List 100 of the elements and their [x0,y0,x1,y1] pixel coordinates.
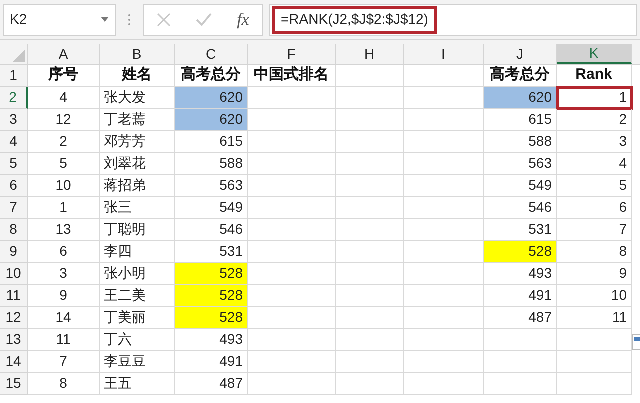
table-cell[interactable]: 615 [175,131,248,153]
table-cell[interactable] [248,307,336,329]
table-cell[interactable]: 11 [28,329,100,351]
table-cell[interactable] [404,153,484,175]
table-cell[interactable]: 563 [484,153,557,175]
row-header[interactable]: 10 [0,263,28,285]
table-cell[interactable]: 14 [28,307,100,329]
paste-options-icon[interactable] [632,334,640,350]
table-cell[interactable]: 7 [557,219,632,241]
table-cell[interactable] [248,329,336,351]
table-cell[interactable] [248,131,336,153]
table-cell[interactable] [336,153,404,175]
table-cell[interactable]: 6 [557,197,632,219]
table-cell[interactable] [248,263,336,285]
table-cell[interactable] [248,285,336,307]
table-cell[interactable] [336,219,404,241]
table-cell[interactable] [248,219,336,241]
table-cell[interactable]: 8 [557,241,632,263]
table-cell[interactable]: 528 [175,285,248,307]
table-cell[interactable] [336,351,404,373]
table-cell[interactable]: 528 [175,263,248,285]
column-header[interactable]: C [175,44,248,64]
table-cell[interactable]: 563 [175,175,248,197]
table-cell[interactable] [404,329,484,351]
table-cell[interactable] [248,87,336,109]
table-cell[interactable]: 10 [28,175,100,197]
row-header[interactable]: 4 [0,131,28,153]
table-cell[interactable] [336,373,404,395]
drag-handle-icon[interactable] [128,14,131,26]
column-header[interactable]: A [28,44,100,64]
table-cell[interactable]: 丁聪明 [100,219,175,241]
table-cell[interactable] [404,65,484,87]
table-cell[interactable] [248,373,336,395]
table-cell[interactable]: 张三 [100,197,175,219]
row-header[interactable]: 6 [0,175,28,197]
table-cell[interactable]: 5 [28,153,100,175]
table-cell[interactable] [336,307,404,329]
column-header[interactable]: H [336,44,404,64]
table-cell[interactable] [404,373,484,395]
table-cell[interactable]: 491 [175,351,248,373]
row-header[interactable]: 11 [0,285,28,307]
table-cell[interactable] [248,175,336,197]
table-cell[interactable] [404,285,484,307]
table-cell[interactable]: 2 [557,109,632,131]
row-header[interactable]: 9 [0,241,28,263]
column-header[interactable]: K [557,44,632,64]
table-cell[interactable] [484,373,557,395]
table-cell[interactable]: 1 [557,87,632,109]
table-cell[interactable] [557,351,632,373]
row-header[interactable]: 7 [0,197,28,219]
table-cell[interactable]: 528 [175,307,248,329]
table-cell[interactable]: 3 [28,263,100,285]
row-header[interactable]: 15 [0,373,28,395]
table-cell[interactable]: 10 [557,285,632,307]
table-cell[interactable] [336,175,404,197]
table-cell[interactable]: 9 [557,263,632,285]
table-cell[interactable] [404,197,484,219]
table-cell[interactable]: 姓名 [100,65,175,87]
table-cell[interactable] [336,329,404,351]
table-cell[interactable]: 546 [175,219,248,241]
table-cell[interactable] [404,351,484,373]
name-box[interactable]: K2 [3,4,116,36]
table-cell[interactable]: 2 [28,131,100,153]
table-cell[interactable]: 序号 [28,65,100,87]
table-cell[interactable]: 3 [557,131,632,153]
table-cell[interactable]: 549 [175,197,248,219]
table-cell[interactable] [336,87,404,109]
table-cell[interactable]: 刘翠花 [100,153,175,175]
insert-function-button[interactable]: fx [237,6,250,32]
row-header[interactable]: 2 [0,87,28,109]
table-cell[interactable] [336,263,404,285]
table-cell[interactable]: 588 [484,131,557,153]
table-cell[interactable]: 蒋招弟 [100,175,175,197]
table-cell[interactable]: 549 [484,175,557,197]
table-cell[interactable]: 8 [28,373,100,395]
row-header[interactable]: 13 [0,329,28,351]
table-cell[interactable] [336,241,404,263]
row-header[interactable]: 5 [0,153,28,175]
table-cell[interactable]: 邓芳芳 [100,131,175,153]
table-cell[interactable] [484,351,557,373]
table-cell[interactable]: 493 [484,263,557,285]
row-header[interactable]: 8 [0,219,28,241]
table-cell[interactable] [404,219,484,241]
cancel-icon[interactable] [156,12,171,26]
row-header[interactable]: 1 [0,65,28,87]
table-cell[interactable]: 12 [28,109,100,131]
table-cell[interactable] [248,109,336,131]
table-cell[interactable] [248,197,336,219]
table-cell[interactable]: 6 [28,241,100,263]
table-cell[interactable] [336,285,404,307]
column-header[interactable]: F [248,44,336,64]
table-cell[interactable] [404,307,484,329]
table-cell[interactable]: 丁六 [100,329,175,351]
table-cell[interactable]: 9 [28,285,100,307]
table-cell[interactable] [557,373,632,395]
table-cell[interactable]: 487 [175,373,248,395]
table-cell[interactable] [404,263,484,285]
table-cell[interactable]: 487 [484,307,557,329]
table-cell[interactable]: 588 [175,153,248,175]
table-cell[interactable]: 491 [484,285,557,307]
